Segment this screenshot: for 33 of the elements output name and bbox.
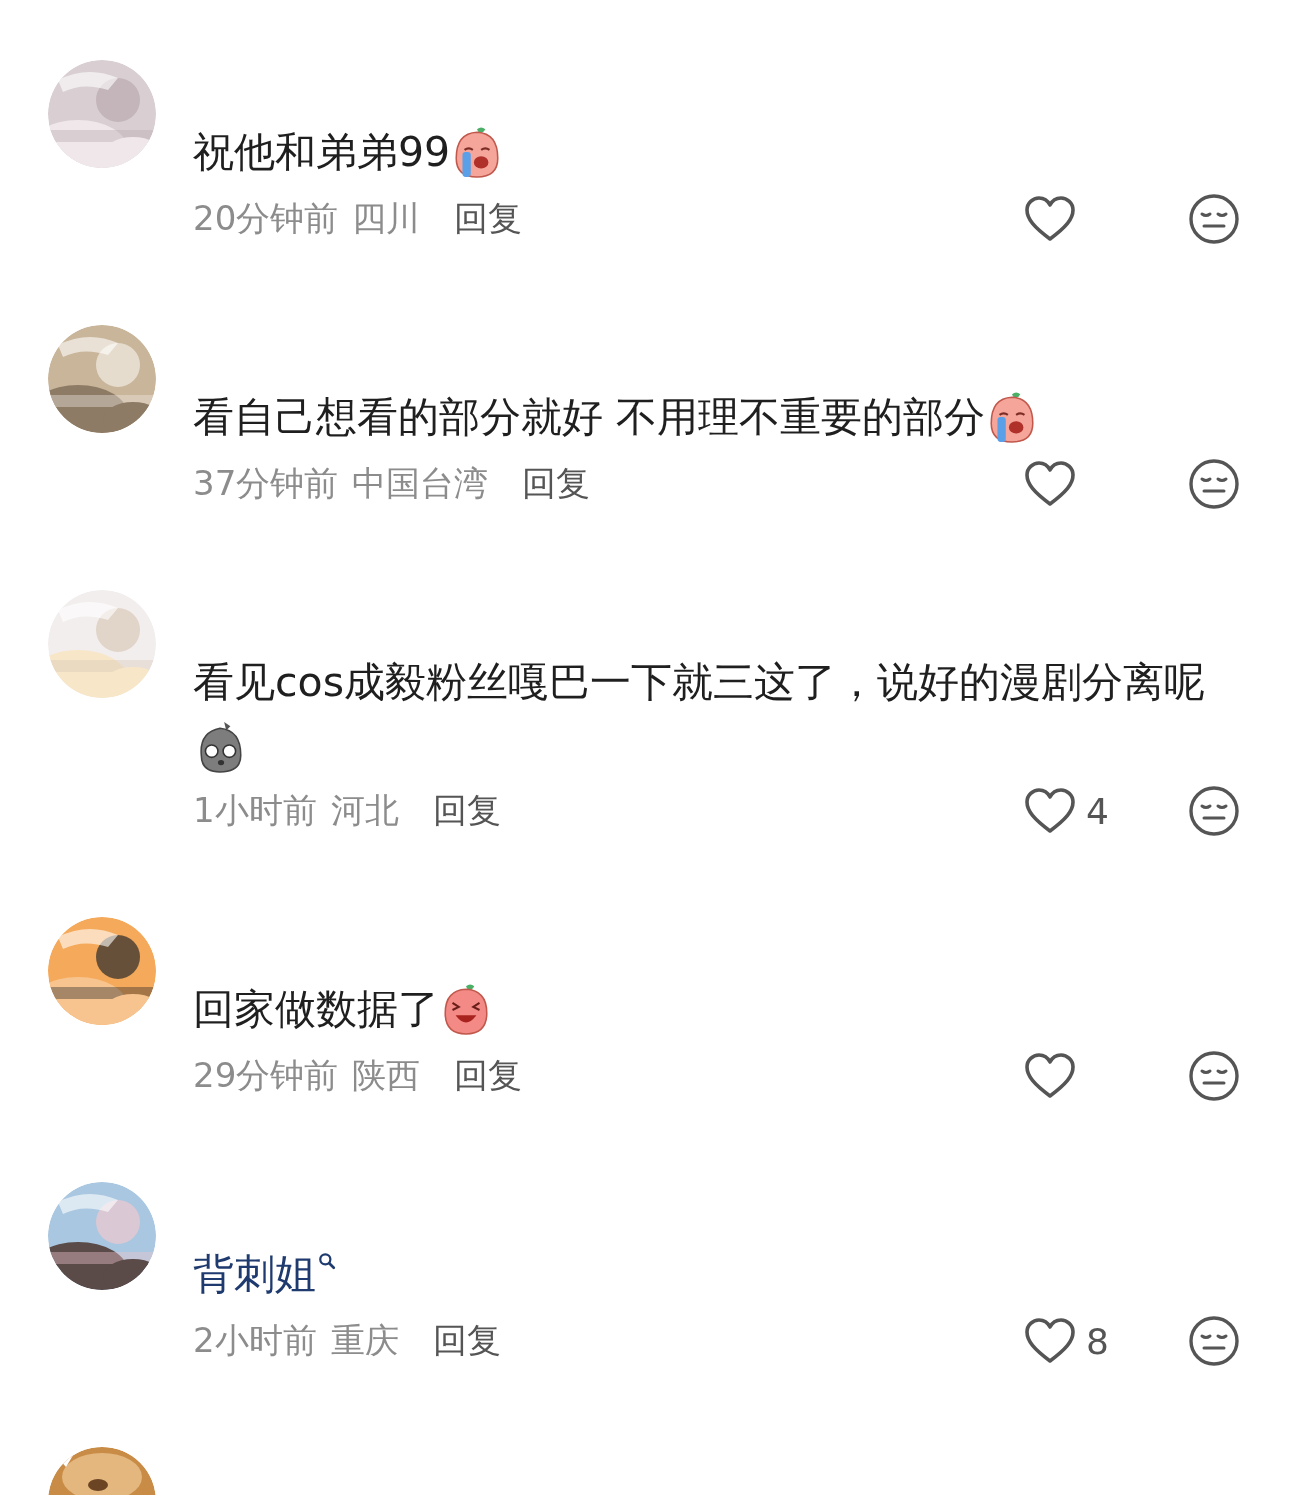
comment-text: 祝他和弟弟99 xyxy=(193,128,451,176)
comment-text: 看见cos成毅粉丝嘎巴一下就三这了，说好的漫剧分离呢 xyxy=(193,658,1205,706)
neutral-face-icon[interactable] xyxy=(1188,1315,1240,1367)
comment-time: 29分钟前 xyxy=(193,1054,339,1097)
reply-button[interactable]: 回复 xyxy=(432,1318,501,1364)
like-count: 8 xyxy=(1086,1320,1109,1362)
neutral-face-icon[interactable] xyxy=(1188,785,1240,837)
reply-button[interactable]: 回复 xyxy=(454,1053,523,1099)
reply-button[interactable]: 回复 xyxy=(432,788,501,834)
reply-button[interactable]: 回复 xyxy=(454,196,523,242)
comment-time: 37分钟前 xyxy=(193,462,339,505)
comment-location: 河北 xyxy=(330,789,399,832)
neutral-face-icon[interactable] xyxy=(1188,1050,1240,1102)
comment-location: 陕西 xyxy=(352,1054,421,1097)
like-count: 4 xyxy=(1086,790,1109,832)
comment-text: 回家做数据了 xyxy=(193,985,439,1033)
neutral-face-icon[interactable] xyxy=(1188,458,1240,510)
comment-location: 中国台湾 xyxy=(352,462,489,505)
comment-time: 2小时前 xyxy=(193,1319,317,1362)
comment-time: 20分钟前 xyxy=(193,197,339,240)
heart-icon[interactable] xyxy=(1024,1052,1076,1100)
heart-icon[interactable] xyxy=(1024,460,1076,508)
search-icon[interactable] xyxy=(318,1252,336,1270)
comment-text: 看自己想看的部分就好 不用理不重要的部分 xyxy=(193,393,986,441)
search-link[interactable]: 背刺姐 xyxy=(193,1250,316,1298)
reply-button[interactable]: 回复 xyxy=(522,461,591,507)
heart-icon[interactable] xyxy=(1024,787,1076,835)
comment-time: 1小时前 xyxy=(193,789,317,832)
comment-location: 重庆 xyxy=(330,1319,399,1362)
heart-icon[interactable] xyxy=(1024,195,1076,243)
neutral-face-icon[interactable] xyxy=(1188,193,1240,245)
heart-icon[interactable] xyxy=(1024,1317,1076,1365)
comment-location: 四川 xyxy=(352,197,421,240)
